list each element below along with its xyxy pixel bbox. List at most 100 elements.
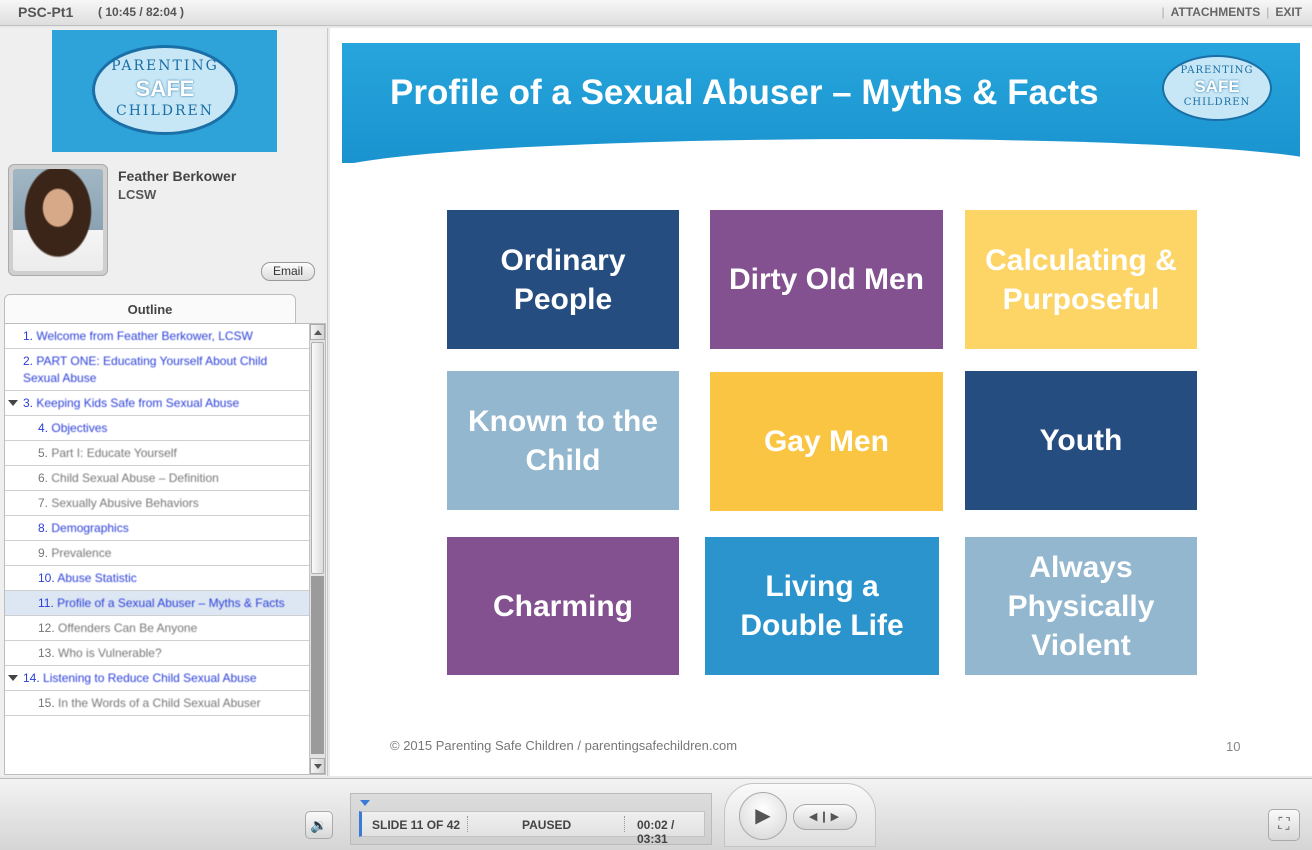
logo-oval: PARENTING SAFE CHILDREN bbox=[92, 45, 238, 135]
outline-item[interactable]: 7. Sexually Abusive Behaviors bbox=[5, 491, 309, 516]
logo-text-top: PARENTING bbox=[111, 58, 219, 74]
outline-item[interactable]: 2. PART ONE: Educating Yourself About Ch… bbox=[5, 349, 309, 391]
outline-item-label: Abuse Statistic bbox=[57, 571, 137, 585]
tab-outline[interactable]: Outline bbox=[4, 294, 296, 324]
expand-caret-icon[interactable] bbox=[8, 675, 18, 681]
presenter-card: Feather Berkower LCSW Email bbox=[0, 156, 328, 286]
status-bar: SLIDE 11 OF 42 PAUSED 00:02 / 03:31 bbox=[359, 811, 705, 846]
progress-marker-icon[interactable] bbox=[360, 800, 370, 806]
volume-button[interactable]: 🔉 bbox=[305, 811, 333, 839]
top-bar: PSC-Pt1 ( 10:45 / 82:04 ) | ATTACHMENTS … bbox=[0, 0, 1312, 26]
outline-panel: 1. Welcome from Feather Berkower, LCSW 2.… bbox=[4, 323, 326, 775]
email-button[interactable]: Email bbox=[261, 262, 315, 281]
parenting-safe-children-logo: PARENTING SAFE CHILDREN bbox=[52, 30, 277, 152]
speaker-icon: 🔉 bbox=[310, 817, 328, 833]
outline-item-label: PART ONE: Educating Yourself About Child… bbox=[23, 354, 268, 385]
outline-item-label: Objectives bbox=[51, 421, 108, 435]
scroll-down-icon[interactable] bbox=[310, 758, 325, 774]
outline-item-label: Prevalence bbox=[51, 546, 112, 560]
outline-item-number: 8. bbox=[38, 521, 49, 535]
logo-text-middle: SAFE bbox=[135, 76, 195, 101]
top-links: | ATTACHMENTS | EXIT bbox=[1156, 5, 1302, 19]
scroll-track[interactable] bbox=[311, 576, 324, 754]
slide-footer-copyright: © 2015 Parenting Safe Children / parenti… bbox=[390, 738, 738, 753]
outline-item-number: 9. bbox=[38, 546, 49, 560]
outline-item[interactable]: 1. Welcome from Feather Berkower, LCSW bbox=[5, 324, 309, 349]
tile-charming: Charming bbox=[447, 537, 679, 675]
outline-item[interactable]: 3. Keeping Kids Safe from Sexual Abuse bbox=[5, 391, 309, 416]
outline-item-number: 2. bbox=[23, 354, 34, 368]
outline-item-label: Profile of a Sexual Abuser – Myths & Fac… bbox=[57, 596, 285, 610]
outline-item-label: Who is Vulnerable? bbox=[58, 646, 162, 660]
outline-item-label: Offenders Can Be Anyone bbox=[58, 621, 198, 635]
tile-dirty-old-men: Dirty Old Men bbox=[710, 210, 943, 349]
outline-item-number: 15. bbox=[38, 696, 55, 710]
outline-item-number: 12. bbox=[38, 621, 55, 635]
play-icon: ▶ bbox=[755, 805, 771, 827]
outline-item-label: Sexually Abusive Behaviors bbox=[51, 496, 199, 510]
outline-item[interactable]: 6. Child Sexual Abuse – Definition bbox=[5, 466, 309, 491]
outline-item-label: In the Words of a Child Sexual Abuser bbox=[58, 696, 261, 710]
outline-item[interactable]: 12. Offenders Can Be Anyone bbox=[5, 616, 309, 641]
tile-always-physically-violent: Always Physically Violent bbox=[965, 537, 1197, 675]
playback-cluster: ▶ ◀❙▶ bbox=[724, 783, 876, 847]
outline-item-number: 7. bbox=[38, 496, 49, 510]
outline-item-number: 13. bbox=[38, 646, 55, 660]
outline-item[interactable]: 13. Who is Vulnerable? bbox=[5, 641, 309, 666]
outline-item[interactable]: 15. In the Words of a Child Sexual Abuse… bbox=[5, 691, 309, 716]
outline-item[interactable]: 10. Abuse Statistic bbox=[5, 566, 309, 591]
tile-gay-men: Gay Men bbox=[710, 372, 943, 511]
fullscreen-button[interactable]: ⛶ bbox=[1268, 809, 1300, 841]
attachments-link[interactable]: ATTACHMENTS bbox=[1171, 5, 1261, 19]
outline-item[interactable]: 8. Demographics bbox=[5, 516, 309, 541]
outline-item-label: Child Sexual Abuse – Definition bbox=[51, 471, 219, 485]
playback-state: PAUSED bbox=[522, 818, 572, 832]
outline-item-number: 11. bbox=[38, 596, 54, 610]
outline-item-number: 14. bbox=[23, 671, 40, 685]
tile-known-to-the-child: Known to the Child bbox=[447, 371, 679, 510]
play-button[interactable]: ▶ bbox=[739, 792, 787, 840]
sidebar: PARENTING SAFE CHILDREN Feather Berkower… bbox=[0, 28, 328, 776]
outline-item-number: 4. bbox=[38, 421, 49, 435]
outline-item-number: 10. bbox=[38, 571, 55, 585]
slide-title: Profile of a Sexual Abuser – Myths & Fac… bbox=[390, 73, 1099, 112]
outline-item-number: 3. bbox=[23, 396, 34, 410]
outline-item-number: 5. bbox=[38, 446, 49, 460]
slide-canvas: Profile of a Sexual Abuser – Myths & Fac… bbox=[330, 28, 1312, 776]
course-time: ( 10:45 / 82:04 ) bbox=[98, 5, 185, 19]
slide-logo-text-top: PARENTING bbox=[1180, 65, 1254, 76]
tile-living-a-double-life: Living a Double Life bbox=[705, 537, 939, 675]
presenter-photo-image bbox=[13, 169, 103, 271]
outline-item[interactable]: 11. Profile of a Sexual Abuser – Myths &… bbox=[5, 591, 309, 616]
outline-item-number: 1. bbox=[23, 329, 34, 343]
seek-buttons[interactable]: ◀❙▶ bbox=[793, 804, 857, 830]
divider bbox=[624, 816, 625, 832]
player-controls: 🔉 SLIDE 11 OF 42 PAUSED 00:02 / 03:31 ▶ … bbox=[0, 778, 1312, 850]
divider bbox=[467, 816, 468, 832]
slide-logo-text-middle: SAFE bbox=[1194, 77, 1240, 96]
slide-page-number: 10 bbox=[1226, 739, 1241, 754]
outline-item[interactable]: 9. Prevalence bbox=[5, 541, 309, 566]
outline-item-label: Demographics bbox=[51, 521, 129, 535]
tile-ordinary-people: Ordinary People bbox=[447, 210, 679, 349]
outline-item[interactable]: 14. Listening to Reduce Child Sexual Abu… bbox=[5, 666, 309, 691]
presenter-name: Feather Berkower bbox=[118, 168, 237, 184]
exit-link[interactable]: EXIT bbox=[1275, 5, 1302, 19]
outline-item[interactable]: 4. Objectives bbox=[5, 416, 309, 441]
outline-item-number: 6. bbox=[38, 471, 49, 485]
logo-text-bottom: CHILDREN bbox=[116, 103, 214, 119]
outline-item-label: Keeping Kids Safe from Sexual Abuse bbox=[36, 396, 240, 410]
tile-calculating-purposeful: Calculating & Purposeful bbox=[965, 210, 1197, 349]
slide-logo: PARENTING SAFE CHILDREN bbox=[1162, 55, 1272, 121]
outline-scrollbar[interactable] bbox=[309, 324, 325, 774]
scroll-up-icon[interactable] bbox=[310, 324, 325, 340]
separator: | bbox=[1266, 5, 1270, 19]
seek-icon: ◀❙▶ bbox=[808, 811, 842, 823]
expand-caret-icon[interactable] bbox=[8, 400, 18, 406]
header-wave bbox=[342, 139, 1300, 163]
slide-header-banner: Profile of a Sexual Abuser – Myths & Fac… bbox=[342, 43, 1300, 163]
slide-logo-text-bottom: CHILDREN bbox=[1183, 97, 1251, 108]
playback-time: 00:02 / 03:31 bbox=[637, 818, 675, 846]
scroll-thumb[interactable] bbox=[311, 342, 324, 574]
outline-item[interactable]: 5. Part I: Educate Yourself bbox=[5, 441, 309, 466]
